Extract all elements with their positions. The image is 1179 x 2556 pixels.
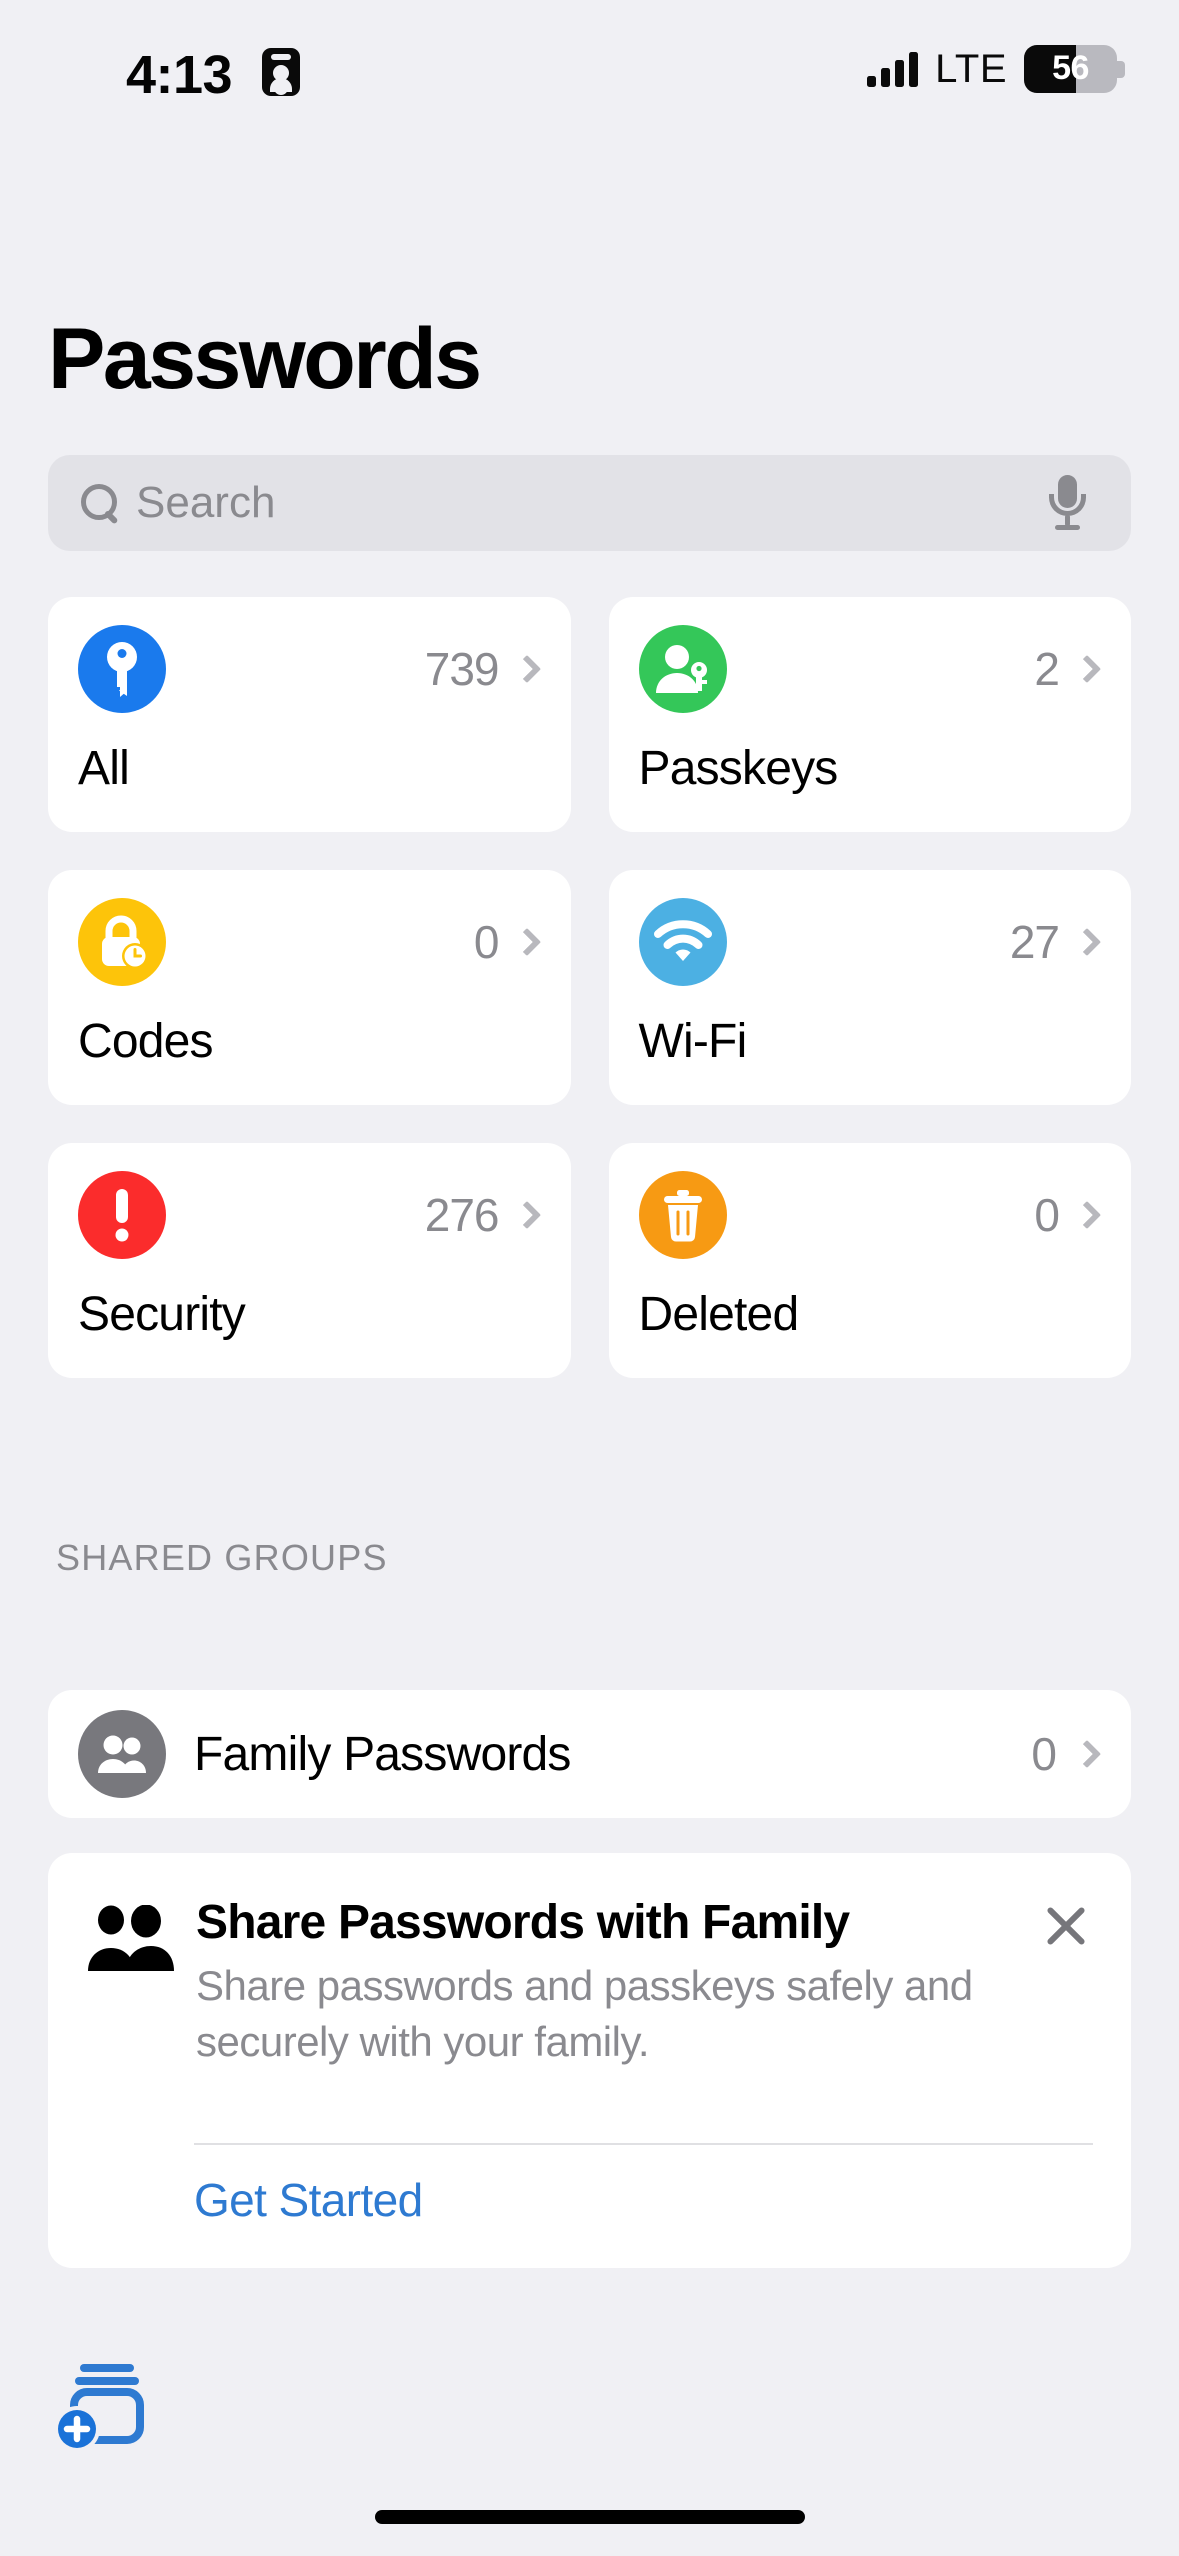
- chevron-right-icon: [1072, 654, 1102, 684]
- promo-title: Share Passwords with Family: [196, 1896, 850, 1949]
- chevron-right-icon: [1072, 927, 1102, 957]
- rectangle-stack-badge-plus-icon[interactable]: [52, 2348, 162, 2458]
- category-label: All: [78, 742, 130, 795]
- network-type-label: LTE: [935, 47, 1007, 91]
- promo-subtitle: Share passwords and passkeys safely and …: [196, 1962, 973, 2065]
- category-label: Codes: [78, 1015, 214, 1068]
- search-bar[interactable]: [48, 455, 1131, 551]
- lock-clock-icon: [78, 898, 166, 986]
- category-card-wi-fi[interactable]: 27 Wi-Fi: [608, 870, 1131, 1105]
- search-input[interactable]: [136, 478, 1047, 528]
- battery-indicator: 56: [1024, 45, 1125, 93]
- category-card-all[interactable]: 739 All: [48, 597, 571, 832]
- shared-group-row[interactable]: Family Passwords 0: [48, 1690, 1131, 1818]
- status-bar-time: 4:13: [126, 45, 233, 105]
- passwords-app-screen: 4:13 LTE 56 Passwords Search 739 All 2 P…: [0, 0, 1179, 2556]
- chevron-right-icon: [512, 654, 541, 684]
- close-icon[interactable]: [1041, 1901, 1091, 1951]
- category-count: 276: [424, 1189, 500, 1241]
- chevron-right-icon: [512, 1200, 541, 1230]
- get-started-button[interactable]: Get Started: [194, 2173, 423, 2227]
- category-card-security[interactable]: 276 Security: [48, 1143, 571, 1378]
- category-card-deleted[interactable]: 0 Deleted: [608, 1143, 1131, 1378]
- status-bar-right: LTE 56: [867, 44, 1125, 94]
- category-count: 2: [1034, 643, 1060, 695]
- status-bar: 4:13 LTE 56: [0, 0, 1179, 130]
- trash-icon: [638, 1171, 727, 1259]
- category-count: 27: [1009, 916, 1060, 968]
- two-people-filled-icon: [86, 1895, 196, 2069]
- category-count: 739: [424, 643, 500, 695]
- bottom-toolbar: [0, 2326, 1179, 2556]
- share-with-family-promo: Share Passwords with Family Share passwo…: [48, 1853, 1131, 2268]
- shared-group-name: Family Passwords: [194, 1727, 571, 1781]
- shared-groups-header: SHARED GROUPS: [56, 1537, 388, 1578]
- chevron-right-icon: [512, 927, 541, 957]
- chevron-right-icon: [1072, 1739, 1102, 1769]
- category-label: Deleted: [638, 1288, 800, 1341]
- microphone-icon[interactable]: [1047, 475, 1087, 531]
- chevron-right-icon: [1072, 1200, 1102, 1230]
- category-card-codes[interactable]: 0 Codes: [48, 870, 571, 1105]
- search-icon: [78, 481, 122, 525]
- promo-divider: [194, 2143, 1093, 2145]
- category-count: 0: [473, 916, 500, 968]
- battery-percent-label: 56: [1052, 48, 1089, 87]
- category-label: Passkeys: [638, 742, 839, 795]
- category-label: Security: [78, 1288, 246, 1341]
- shared-group-count: 0: [1031, 1728, 1057, 1780]
- screen-recording-icon: [262, 48, 300, 96]
- key-icon: [78, 625, 166, 713]
- exclamation-icon: [78, 1171, 166, 1259]
- category-grid: 739 All 2 Passkeys 0 Codes 27 Wi-Fi 276 …: [48, 597, 1131, 1378]
- category-card-passkeys[interactable]: 2 Passkeys: [608, 597, 1131, 832]
- person-key-icon: [638, 625, 727, 713]
- home-indicator: [374, 2510, 805, 2524]
- two-people-icon: [78, 1710, 166, 1798]
- wifi-icon: [638, 898, 727, 986]
- category-count: 0: [1034, 1189, 1060, 1241]
- cellular-signal-icon: [867, 51, 919, 87]
- page-title: Passwords: [48, 311, 482, 407]
- category-label: Wi-Fi: [638, 1015, 748, 1068]
